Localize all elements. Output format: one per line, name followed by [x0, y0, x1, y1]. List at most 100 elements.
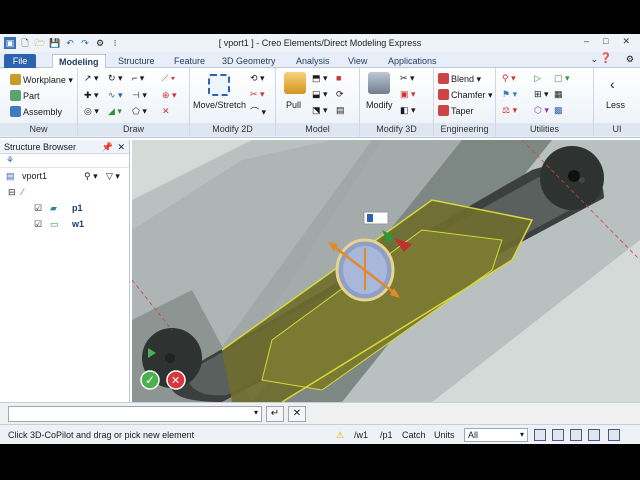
utility-tool-5-icon[interactable]: ⊞ ▾	[534, 89, 549, 100]
modify2d-tool-3-icon[interactable]: ⌒ ▾	[250, 105, 266, 118]
construction-circle-icon[interactable]: ⊕ ▾	[162, 90, 177, 101]
command-input[interactable]	[8, 406, 262, 422]
move-stretch-button[interactable]: Move/Stretch	[193, 100, 246, 110]
cancel-command-button[interactable]: ✕	[288, 406, 306, 422]
part-button[interactable]: Part	[10, 90, 40, 101]
utility-tool-7-icon[interactable]: ⚖ ▾	[502, 105, 517, 116]
spline-tool-icon[interactable]: ∿ ▾	[108, 90, 123, 101]
pull-icon	[284, 72, 306, 94]
tab-3d-geometry[interactable]: 3D Geometry	[216, 54, 282, 68]
construction-line-icon[interactable]: ⟋ ▾	[162, 73, 175, 84]
chevron-down-icon[interactable]: ⌄	[590, 54, 598, 65]
construction-tool-icon[interactable]: ✕	[162, 106, 170, 117]
fit-view-icon[interactable]	[588, 429, 600, 441]
utility-tool-9-icon[interactable]: ▩	[554, 105, 563, 116]
view-grid-icon[interactable]	[534, 429, 546, 441]
modify-button[interactable]: Modify	[366, 100, 393, 110]
utility-tool-8-icon[interactable]: ⬡ ▾	[534, 105, 549, 116]
polygon-tool-icon[interactable]: ⬠ ▾	[132, 106, 147, 117]
utility-tool-6-icon[interactable]: ▦	[554, 89, 563, 100]
fillet-tool-icon[interactable]: ◢ ▾	[108, 106, 122, 117]
modify2d-tool-1-icon[interactable]: ⟲ ▾	[250, 73, 265, 84]
model-tool-5-icon[interactable]: ⟳	[336, 89, 344, 100]
status-part[interactable]: /p1	[380, 425, 393, 445]
svg-text:✓: ✓	[145, 373, 155, 387]
less-button[interactable]: Less	[606, 100, 625, 110]
model-tool-4-icon[interactable]: ■	[336, 73, 341, 83]
tree-item-label: p1	[72, 203, 83, 213]
status-workplane[interactable]: /w1	[354, 425, 368, 445]
tree-options-icon[interactable]: ⚲ ▾	[84, 168, 98, 184]
pull-button[interactable]: Pull	[286, 100, 301, 110]
modify3d-tool-3-icon[interactable]: ◧ ▾	[400, 105, 416, 116]
selection-filter-select[interactable]: All ▾	[464, 428, 528, 442]
checkbox[interactable]: ☑	[34, 200, 42, 216]
tab-view[interactable]: View	[342, 54, 373, 68]
group-new: Workplane ▾ Part Assembly New	[0, 68, 78, 138]
maximize-button[interactable]: □	[603, 36, 608, 47]
workplane-icon	[10, 74, 21, 85]
model-tool-1-icon[interactable]: ⬒ ▾	[312, 73, 328, 84]
group-label-engineering: Engineering	[434, 123, 495, 136]
filter-icon[interactable]: ▽ ▾	[106, 168, 120, 184]
3d-viewport[interactable]: ✓ ✕	[132, 140, 640, 402]
dimension-tool-icon[interactable]: ⊣ ▾	[132, 90, 147, 101]
model-tool-6-icon[interactable]: ▤	[336, 105, 345, 116]
modify2d-tool-2-icon[interactable]: ✂ ▾	[250, 89, 265, 100]
tree-filter-icon[interactable]: ⚘	[6, 155, 14, 166]
circle-tool-icon[interactable]: ◎ ▾	[84, 106, 99, 117]
tab-analysis[interactable]: Analysis	[290, 54, 336, 68]
view-window-icon[interactable]	[570, 429, 582, 441]
model-tool-3-icon[interactable]: ⬔ ▾	[312, 105, 328, 116]
tab-applications[interactable]: Applications	[382, 54, 443, 68]
group-label-modify-2d: Modify 2D	[190, 123, 275, 136]
help-icon[interactable]: ❓	[600, 53, 612, 64]
structure-browser-title: Structure Browser	[4, 142, 77, 152]
modify3d-tool-1-icon[interactable]: ✂ ▾	[400, 73, 415, 84]
minimize-button[interactable]: –	[584, 36, 589, 47]
zoom-icon[interactable]	[608, 429, 620, 441]
workplane-button[interactable]: Workplane ▾	[10, 74, 73, 86]
chevron-down-icon[interactable]: ▾	[254, 408, 258, 417]
chevron-down-icon: ▾	[519, 430, 524, 439]
checkbox[interactable]: ☑	[34, 216, 42, 232]
close-window-button[interactable]: ✕	[622, 36, 630, 47]
enter-button[interactable]: ↵	[266, 406, 284, 422]
group-ui: ‹ Less UI	[594, 68, 640, 138]
pin-icon[interactable]: 📌	[102, 140, 113, 154]
rectangle-tool-icon[interactable]: ⌐ ▾	[132, 73, 144, 84]
utility-tool-2-icon[interactable]: ▷	[534, 73, 541, 84]
view-layout-icon[interactable]	[552, 429, 564, 441]
taper-button[interactable]: Taper	[438, 105, 474, 116]
warning-icon[interactable]: ⚠	[336, 425, 344, 445]
group-label-new: New	[0, 123, 77, 136]
line-tool-icon[interactable]: ↗ ▾	[84, 73, 99, 84]
chamfer-button[interactable]: Chamfer ▾	[438, 89, 493, 101]
modify3d-tool-2-icon[interactable]: ▣ ▾	[400, 89, 416, 100]
workplane-label: Workplane	[23, 75, 66, 85]
status-catch[interactable]: Catch	[402, 425, 426, 445]
status-units[interactable]: Units	[434, 425, 455, 445]
status-bar: Click 3D-CoPilot and drag or pick new el…	[0, 424, 640, 444]
model-tool-2-icon[interactable]: ⬓ ▾	[312, 89, 328, 100]
settings-icon[interactable]: ⚙	[626, 54, 634, 65]
list-item[interactable]: ☑ ▭ w1	[0, 216, 129, 232]
part-icon	[10, 90, 21, 101]
chevron-left-icon[interactable]: ‹	[610, 76, 615, 92]
collapse-icon[interactable]: ⊟	[8, 184, 16, 200]
close-icon[interactable]: ✕	[117, 140, 125, 154]
utility-tool-4-icon[interactable]: ⚑ ▾	[502, 89, 517, 100]
tab-feature[interactable]: Feature	[168, 54, 211, 68]
utility-tool-3-icon[interactable]: ▢ ▾	[554, 73, 570, 84]
tab-modeling[interactable]: Modeling	[52, 54, 106, 68]
tree-root-row[interactable]: ▤ vport1 ⚲ ▾ ▽ ▾	[0, 168, 129, 184]
tab-file[interactable]: File	[4, 54, 36, 68]
model-view[interactable]: ✓ ✕	[132, 140, 640, 402]
assembly-button[interactable]: Assembly	[10, 106, 62, 117]
point-tool-icon[interactable]: ✚ ▾	[84, 90, 99, 101]
utility-tool-1-icon[interactable]: ⚲ ▾	[502, 73, 516, 84]
list-item[interactable]: ☑ ▰ p1	[0, 200, 129, 216]
blend-button[interactable]: Blend ▾	[438, 73, 481, 85]
arc-tool-icon[interactable]: ↻ ▾	[108, 73, 123, 84]
tab-structure[interactable]: Structure	[112, 54, 161, 68]
